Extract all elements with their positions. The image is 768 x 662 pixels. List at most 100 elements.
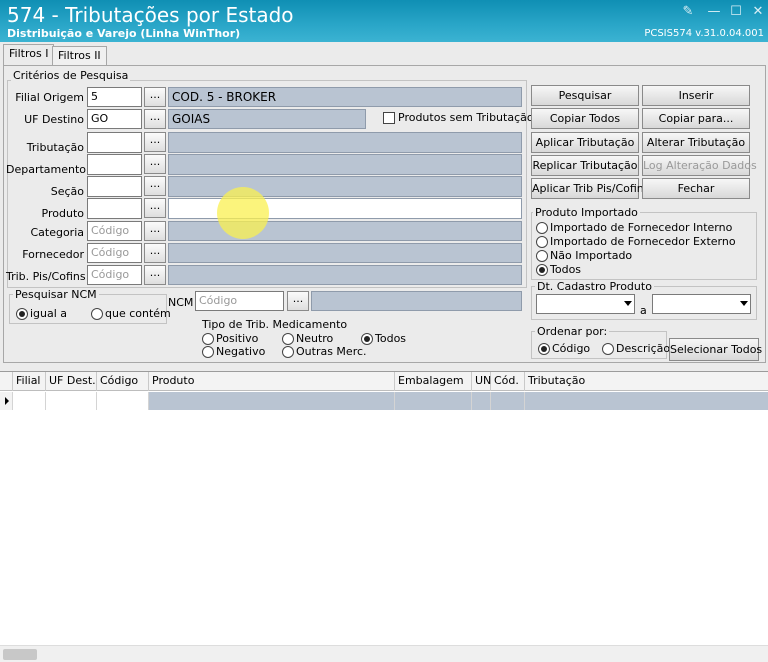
copiar-todos-button[interactable]: Copiar Todos xyxy=(531,108,639,129)
categoria-input[interactable]: Código xyxy=(87,221,142,241)
maximize-icon[interactable]: ☐ xyxy=(725,4,747,20)
horizontal-scrollbar[interactable] xyxy=(0,645,768,662)
results-grid[interactable]: Filial UF Dest. Código Produto Embalagem… xyxy=(0,371,768,645)
cell-cod[interactable] xyxy=(491,392,525,410)
fornecedor-description xyxy=(168,243,522,263)
col-embalagem[interactable]: Embalagem xyxy=(395,372,472,391)
row-indicator xyxy=(0,392,13,410)
cell-embalagem[interactable] xyxy=(395,392,472,410)
col-produto[interactable]: Produto xyxy=(149,372,395,391)
fornecedor-input[interactable]: Código xyxy=(87,243,142,263)
col-codigo[interactable]: Código xyxy=(97,372,149,391)
imp-todos-label: Todos xyxy=(550,263,582,276)
tributacao-lookup-button[interactable]: ... xyxy=(144,132,166,152)
nao-importado-radio[interactable]: Não Importado xyxy=(536,249,632,262)
ordenar-codigo-label: Código xyxy=(552,342,591,355)
close-icon[interactable]: ✕ xyxy=(747,4,768,20)
departamento-input[interactable] xyxy=(87,154,142,175)
trib-pis-lookup-button[interactable]: ... xyxy=(144,265,166,285)
replicar-tributacao-button[interactable]: Replicar Tributação xyxy=(531,155,639,176)
med-neutro-radio[interactable]: Neutro xyxy=(282,332,333,345)
ordenar-title: Ordenar por: xyxy=(535,325,610,338)
fornecedor-label: Fornecedor xyxy=(22,248,84,261)
secao-lookup-button[interactable]: ... xyxy=(144,176,166,196)
tributacao-input[interactable] xyxy=(87,132,142,153)
radio-circle[interactable] xyxy=(202,345,214,358)
pesquisar-button[interactable]: Pesquisar xyxy=(531,85,639,106)
tab-filtros-1[interactable]: Filtros I xyxy=(3,44,55,66)
table-row[interactable] xyxy=(0,392,768,410)
scrollbar-thumb[interactable] xyxy=(3,649,37,660)
ncm-contem-radio[interactable]: que contém xyxy=(91,307,171,320)
imp-externo-radio[interactable]: Importado de Fornecedor Externo xyxy=(536,235,736,248)
fechar-button[interactable]: Fechar xyxy=(642,178,750,199)
ordenar-codigo-radio[interactable]: Código xyxy=(538,342,590,355)
ncm-igual-radio[interactable]: igual a xyxy=(16,307,67,320)
produtos-sem-trib-checkbox[interactable]: Produtos sem Tributação xyxy=(383,111,534,124)
col-filial[interactable]: Filial xyxy=(13,372,46,391)
selecionar-todos-button[interactable]: Selecionar Todos xyxy=(669,338,762,361)
secao-input[interactable] xyxy=(87,176,142,197)
med-positivo-radio[interactable]: Positivo xyxy=(202,332,258,345)
fornecedor-lookup-button[interactable]: ... xyxy=(144,243,166,263)
minimize-icon[interactable]: — xyxy=(703,4,725,20)
col-un[interactable]: UN xyxy=(472,372,491,391)
col-uf-dest[interactable]: UF Dest. xyxy=(46,372,97,391)
uf-description: GOIAS xyxy=(168,109,366,129)
radio-circle[interactable] xyxy=(536,221,548,234)
cell-un[interactable] xyxy=(472,392,491,410)
radio-circle[interactable] xyxy=(536,263,548,276)
radio-circle[interactable] xyxy=(202,332,214,345)
edit-icon[interactable]: ✎ xyxy=(677,4,699,20)
medicamento-title: Tipo de Trib. Medicamento xyxy=(202,318,348,331)
radio-circle[interactable] xyxy=(16,307,28,320)
cell-produto[interactable] xyxy=(149,392,395,410)
cell-uf-dest[interactable] xyxy=(46,392,97,410)
cell-tributacao[interactable] xyxy=(525,392,768,410)
categoria-lookup-button[interactable]: ... xyxy=(144,221,166,241)
dt-inicial-select[interactable] xyxy=(536,294,635,314)
checkbox-box[interactable] xyxy=(383,111,395,124)
radio-circle[interactable] xyxy=(361,332,373,345)
chevron-down-icon xyxy=(740,301,748,306)
med-negativo-radio[interactable]: Negativo xyxy=(202,345,265,358)
uf-lookup-button[interactable]: ... xyxy=(144,109,166,129)
med-outras-radio[interactable]: Outras Merc. xyxy=(282,345,367,358)
tab-filtros-2[interactable]: Filtros II xyxy=(52,46,107,66)
log-alteracao-button[interactable]: Log Alteração Dados xyxy=(642,155,757,176)
col-tributacao[interactable]: Tributação xyxy=(525,372,768,391)
ordenar-descricao-radio[interactable]: Descrição xyxy=(602,342,670,355)
ncm-input[interactable]: Código xyxy=(195,291,284,311)
col-cod[interactable]: Cód. xyxy=(491,372,525,391)
inserir-button[interactable]: Inserir xyxy=(642,85,750,106)
radio-circle[interactable] xyxy=(538,342,550,355)
radio-circle[interactable] xyxy=(91,307,103,320)
med-todos-radio[interactable]: Todos xyxy=(361,332,406,345)
radio-circle[interactable] xyxy=(282,345,294,358)
alterar-tributacao-button[interactable]: Alterar Tributação xyxy=(642,132,750,153)
produto-input[interactable] xyxy=(87,198,142,219)
copiar-para-button[interactable]: Copiar para... xyxy=(642,108,750,129)
uf-input[interactable]: GO xyxy=(87,109,142,129)
departamento-lookup-button[interactable]: ... xyxy=(144,154,166,174)
imp-interno-radio[interactable]: Importado de Fornecedor Interno xyxy=(536,221,732,234)
cell-codigo[interactable] xyxy=(97,392,149,410)
radio-circle[interactable] xyxy=(536,249,548,262)
ncm-lookup-button[interactable]: ... xyxy=(287,291,309,311)
trib-pis-input[interactable]: Código xyxy=(87,265,142,285)
imp-todos-radio[interactable]: Todos xyxy=(536,263,581,276)
filial-label: Filial Origem xyxy=(15,91,84,104)
window-subtitle: Distribuição e Varejo (Linha WinThor) xyxy=(7,27,241,40)
cell-filial[interactable] xyxy=(13,392,46,410)
radio-circle[interactable] xyxy=(536,235,548,248)
radio-circle[interactable] xyxy=(602,342,614,355)
radio-circle[interactable] xyxy=(282,332,294,345)
med-positivo-label: Positivo xyxy=(216,332,259,345)
produto-lookup-button[interactable]: ... xyxy=(144,198,166,218)
aplicar-tributacao-button[interactable]: Aplicar Tributação xyxy=(531,132,639,153)
aplicar-pis-cofins-button[interactable]: Aplicar Trib Pis/Cofins xyxy=(531,178,650,199)
filial-input[interactable]: 5 xyxy=(87,87,142,107)
dt-final-select[interactable] xyxy=(652,294,751,314)
trib-pis-label: Trib. Pis/Cofins xyxy=(6,270,86,283)
filial-lookup-button[interactable]: ... xyxy=(144,87,166,107)
